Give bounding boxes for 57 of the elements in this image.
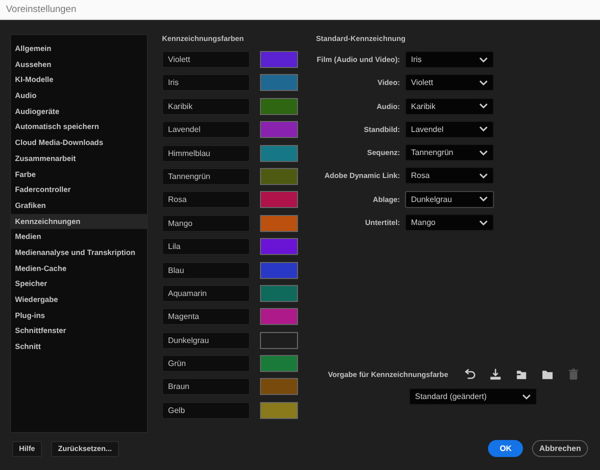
color-dropdown[interactable]: Violett	[405, 74, 494, 92]
color-name-field[interactable]: Rosa	[162, 191, 250, 208]
color-name-field[interactable]: Aquamarin	[162, 284, 250, 302]
chevron-icon	[479, 172, 488, 179]
color-dropdown[interactable]: Rosa	[405, 167, 494, 184]
color-name-field[interactable]: Braun	[162, 378, 250, 396]
color-swatch[interactable]	[260, 284, 298, 302]
color-swatch[interactable]	[260, 144, 298, 162]
color-swatch[interactable]	[260, 98, 298, 115]
color-name-field[interactable]: Magenta	[162, 308, 250, 326]
ok-button[interactable]: OK	[488, 440, 524, 457]
color-swatch[interactable]	[260, 308, 298, 326]
undo-icon[interactable]	[463, 368, 476, 381]
chevron-icon	[479, 196, 488, 202]
color-name-field[interactable]: Himmelblau	[162, 144, 250, 162]
color-name-field[interactable]: Blau	[162, 262, 250, 279]
preset-dropdown[interactable]: Standard (geändert)	[409, 388, 537, 405]
chevron-icon	[479, 220, 488, 226]
color-swatch[interactable]	[260, 262, 298, 279]
color-swatch[interactable]	[260, 214, 298, 232]
folder-arrow-icon[interactable]	[515, 368, 528, 381]
color-dropdown[interactable]: Mango	[405, 214, 494, 232]
download-icon[interactable]	[489, 368, 502, 381]
chevron-icon	[479, 150, 488, 156]
color-name-field[interactable]: Grün	[162, 355, 250, 372]
cancel-button[interactable]: Abbrechen	[532, 440, 588, 457]
color-dropdown[interactable]: Dunkelgrau	[405, 190, 494, 208]
color-name-field[interactable]: Lavendel	[162, 121, 250, 138]
color-name-field[interactable]: Violett	[162, 51, 250, 68]
color-swatch[interactable]	[260, 51, 298, 68]
color-dropdown[interactable]: Iris	[405, 51, 494, 68]
color-dropdown[interactable]: Lavendel	[405, 120, 494, 138]
color-name-field[interactable]: Dunkelgrau	[162, 332, 250, 349]
chevron-icon	[479, 126, 488, 132]
window-title: Voreinstellungen	[6, 4, 76, 15]
color-name-field[interactable]: Mango	[162, 214, 250, 232]
color-swatch[interactable]	[260, 168, 298, 185]
color-swatch[interactable]	[260, 402, 298, 419]
chevron-icon	[479, 103, 488, 110]
chevron-icon	[522, 394, 531, 400]
color-swatch[interactable]	[260, 378, 298, 396]
color-name-field[interactable]: Gelb	[162, 402, 250, 419]
color-swatch[interactable]	[260, 191, 298, 208]
color-swatch[interactable]	[260, 238, 298, 256]
chevron-icon	[479, 80, 488, 86]
color-name-field[interactable]: Lila	[162, 238, 250, 256]
color-name-field[interactable]: Karibik	[162, 98, 250, 115]
color-swatch[interactable]	[260, 332, 298, 349]
color-swatch[interactable]	[260, 121, 298, 138]
color-dropdown[interactable]: Tannengrün	[405, 144, 494, 162]
chevron-icon	[479, 56, 488, 62]
color-swatch[interactable]	[260, 355, 298, 372]
color-name-field[interactable]: Tannengrün	[162, 168, 250, 185]
folder-icon[interactable]	[541, 368, 554, 381]
color-swatch[interactable]	[260, 74, 298, 92]
color-dropdown[interactable]: Karibik	[405, 98, 494, 115]
color-name-field[interactable]: Iris	[162, 74, 250, 92]
